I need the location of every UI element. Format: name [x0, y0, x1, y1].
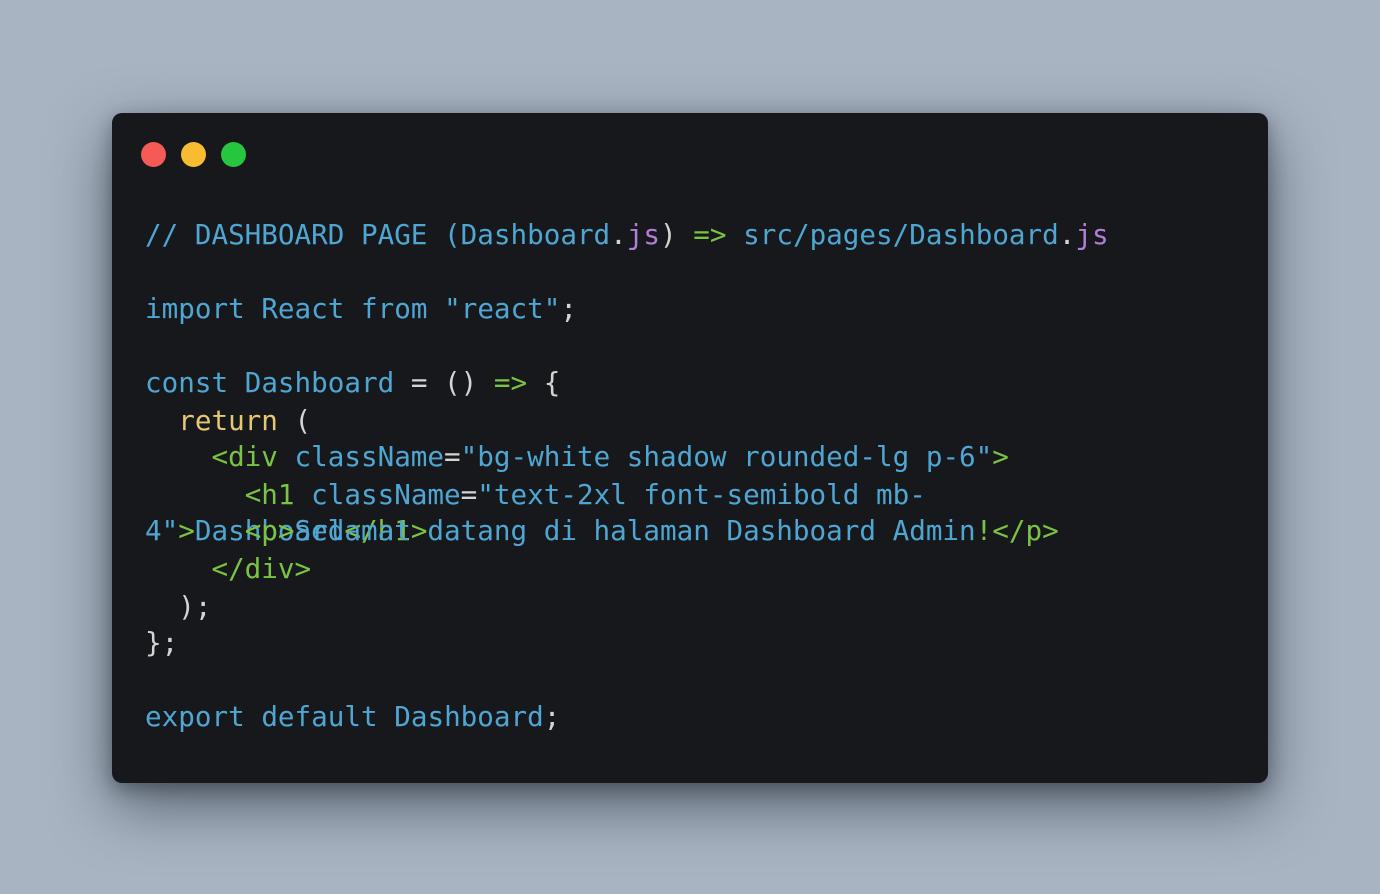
code-line: export default Dashboard;: [145, 699, 560, 735]
code-token: ): [660, 218, 694, 251]
code-token: export: [145, 700, 245, 733]
code-line: const Dashboard = () => {: [145, 365, 560, 401]
code-token: js: [626, 218, 661, 251]
code-token: {: [527, 366, 561, 399]
code-token: js: [1075, 218, 1109, 251]
code-token: // DASHBOARD PAGE (: [145, 218, 461, 251]
code-line: };: [145, 625, 178, 661]
code-line: </div>: [145, 551, 311, 587]
code-token: .: [610, 218, 627, 251]
code-token: ;: [543, 700, 561, 733]
code-token: Selamat datang di halaman Dashboard Admi…: [294, 514, 976, 547]
code-token: Dashboard: [394, 700, 544, 733]
minimize-dot-icon[interactable]: [181, 142, 206, 167]
code-line: );: [145, 589, 211, 625]
code-token: Dashboard: [244, 366, 395, 399]
code-line: return (: [145, 403, 311, 439]
code-token: );: [145, 590, 212, 623]
code-line: import React from "react";: [145, 291, 577, 327]
code-token: return: [178, 404, 278, 437]
code-token: </div>: [211, 552, 312, 585]
code-token: <div: [211, 440, 278, 473]
code-token: <p>: [244, 514, 295, 547]
code-token: className: [277, 440, 445, 473]
zoom-dot-icon[interactable]: [221, 142, 246, 167]
code-token: =: [460, 478, 478, 511]
code-token: "text-2xl font-semibold mb-: [477, 478, 926, 511]
code-token: =>: [693, 218, 727, 251]
code-token: import: [145, 292, 245, 325]
code-token: "react": [444, 292, 561, 325]
close-dot-icon[interactable]: [141, 142, 166, 167]
code-window: // DASHBOARD PAGE (Dashboard.js) => src/…: [112, 113, 1268, 783]
code-token: </p>: [992, 514, 1059, 547]
code-token: from: [361, 292, 428, 325]
code-token: "bg-white shadow rounded-lg p-6": [460, 440, 993, 473]
code-token: };: [145, 626, 179, 659]
code-token: ;: [560, 292, 578, 325]
code-token: = (): [394, 366, 494, 399]
code-line-overlap: <p>Selamat datang di halaman Dashboard A…: [145, 513, 1059, 549]
code-line: <h1 className="text-2xl font-semibold mb…: [145, 477, 926, 513]
code-token: >: [992, 440, 1009, 473]
code-token: Dashboard: [909, 218, 1059, 251]
code-token: <h1: [244, 478, 295, 511]
code-token: const: [145, 366, 229, 399]
code-token: Dashboard: [460, 218, 611, 251]
code-token: .: [1058, 218, 1076, 251]
code-line: // DASHBOARD PAGE (Dashboard.js) => src/…: [145, 217, 1109, 253]
code-token: src/pages/: [726, 218, 910, 251]
code-token: React: [261, 292, 345, 325]
code-token: !: [975, 514, 993, 547]
code-token: =: [444, 440, 461, 473]
code-line: <div className="bg-white shadow rounded-…: [145, 439, 1009, 475]
code-token: default: [261, 700, 378, 733]
code-token: =>: [493, 366, 528, 399]
code-token: className: [294, 478, 461, 511]
code-token: (: [277, 404, 312, 437]
